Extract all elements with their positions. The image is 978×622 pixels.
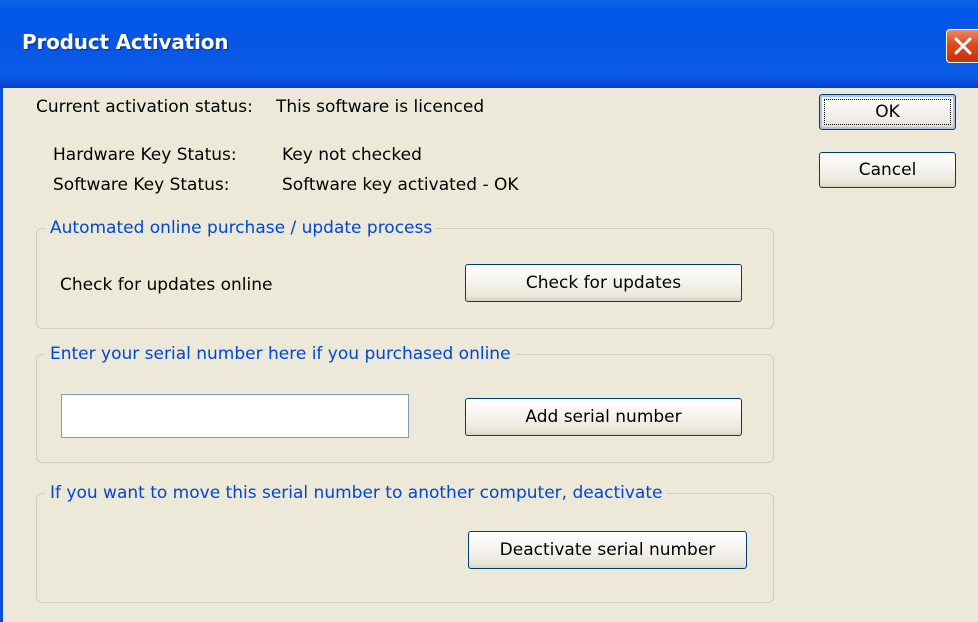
- software-key-value: Software key activated - OK: [282, 175, 519, 195]
- cancel-button-label: Cancel: [858, 160, 917, 180]
- serial-number-input[interactable]: [61, 394, 409, 438]
- ok-button[interactable]: OK: [819, 94, 956, 130]
- add-serial-number-button-label: Add serial number: [525, 407, 682, 427]
- title-bar[interactable]: Product Activation: [0, 0, 978, 88]
- serial-group-legend: Enter your serial number here if you pur…: [46, 344, 515, 364]
- add-serial-number-button[interactable]: Add serial number: [465, 398, 742, 436]
- current-status-value: This software is licenced: [276, 97, 485, 117]
- deactivate-group-legend: If you want to move this serial number t…: [46, 483, 667, 503]
- deactivate-serial-number-button[interactable]: Deactivate serial number: [468, 531, 747, 569]
- hardware-key-value: Key not checked: [282, 145, 422, 165]
- ok-button-label: OK: [875, 102, 900, 122]
- check-for-updates-button[interactable]: Check for updates: [465, 264, 742, 302]
- check-updates-label: Check for updates online: [60, 275, 273, 295]
- close-button[interactable]: [946, 29, 978, 63]
- deactivate-serial-number-button-label: Deactivate serial number: [499, 540, 716, 560]
- current-status-label: Current activation status:: [36, 97, 253, 117]
- updates-group-legend: Automated online purchase / update proce…: [46, 218, 437, 238]
- dialog-body: Current activation status: This software…: [0, 88, 978, 622]
- software-key-label: Software Key Status:: [53, 175, 230, 195]
- product-activation-dialog: Product Activation Current activation st…: [0, 0, 978, 622]
- window-title: Product Activation: [22, 30, 229, 54]
- cancel-button[interactable]: Cancel: [819, 152, 956, 188]
- check-for-updates-button-label: Check for updates: [525, 273, 682, 293]
- hardware-key-label: Hardware Key Status:: [53, 145, 237, 165]
- close-icon: [954, 37, 972, 55]
